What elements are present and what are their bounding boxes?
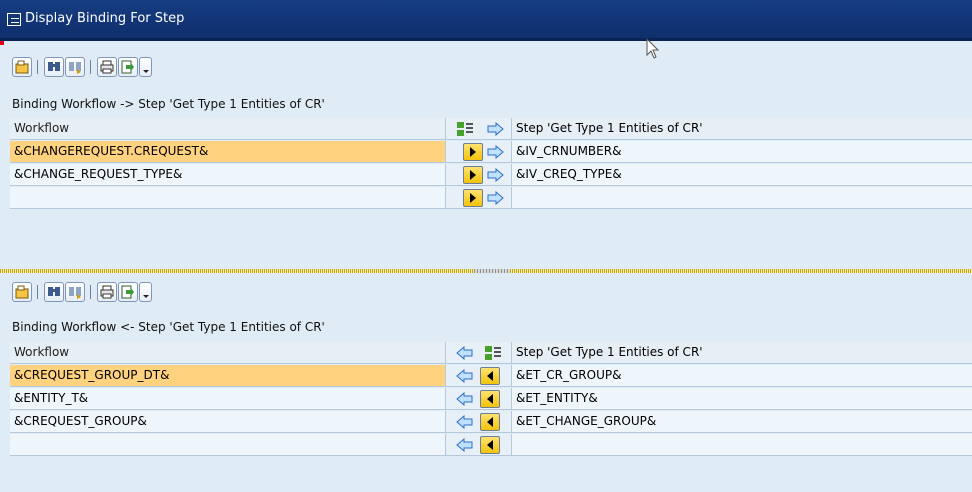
find-next-button[interactable] bbox=[65, 57, 85, 77]
find-button[interactable] bbox=[44, 282, 64, 302]
mouse-cursor-icon bbox=[646, 38, 660, 59]
arrow-left-icon bbox=[456, 369, 473, 383]
find-button[interactable] bbox=[44, 57, 64, 77]
toolbar-separator bbox=[90, 60, 91, 74]
table-row[interactable] bbox=[10, 434, 972, 457]
table-settings-icon[interactable] bbox=[457, 122, 473, 136]
find-icon bbox=[48, 287, 60, 296]
workflow-cell[interactable]: &CREQUEST_GROUP_DT& bbox=[10, 365, 446, 387]
step-cell[interactable]: &ET_ENTITY& bbox=[512, 388, 972, 410]
print-button[interactable] bbox=[97, 282, 117, 302]
table-row[interactable]: &ENTITY_T& &ET_ENTITY& bbox=[10, 388, 972, 411]
binding-controls bbox=[446, 187, 512, 209]
chevron-down-icon bbox=[143, 70, 149, 73]
table-settings-icon[interactable] bbox=[485, 346, 501, 360]
triangle-right-icon bbox=[470, 170, 476, 180]
bind-button[interactable] bbox=[480, 413, 500, 431]
find-icon bbox=[48, 62, 60, 71]
table-header-row: Workflow Step 'Get Type 1 Entities of CR… bbox=[10, 118, 972, 141]
pane-splitter[interactable] bbox=[0, 269, 972, 273]
triangle-right-icon bbox=[470, 147, 476, 157]
workflow-cell[interactable]: &CREQUEST_GROUP& bbox=[10, 411, 446, 433]
window-title: Display Binding For Step bbox=[25, 11, 185, 26]
select-layout-icon bbox=[15, 60, 29, 74]
step-cell[interactable]: &ET_CR_GROUP& bbox=[512, 365, 972, 387]
table-row[interactable] bbox=[10, 187, 972, 210]
column-header-step[interactable]: Step 'Get Type 1 Entities of CR' bbox=[512, 342, 972, 364]
binding-controls bbox=[446, 164, 512, 186]
export-dropdown-button[interactable] bbox=[139, 57, 152, 77]
export-icon bbox=[121, 285, 134, 299]
workflow-cell[interactable] bbox=[10, 434, 446, 456]
print-icon bbox=[100, 285, 114, 299]
select-layout-button[interactable] bbox=[12, 282, 32, 302]
export-dropdown-button[interactable] bbox=[139, 282, 152, 302]
find-next-icon bbox=[69, 62, 81, 74]
bind-button[interactable] bbox=[463, 166, 483, 184]
column-header-step[interactable]: Step 'Get Type 1 Entities of CR' bbox=[512, 118, 972, 140]
arrow-left-icon bbox=[456, 346, 473, 360]
step-cell[interactable] bbox=[512, 187, 972, 209]
find-next-button[interactable] bbox=[65, 282, 85, 302]
select-layout-icon bbox=[15, 285, 29, 299]
arrow-right-icon bbox=[487, 191, 504, 205]
step-cell[interactable] bbox=[512, 434, 972, 456]
status-marker bbox=[0, 41, 4, 45]
find-next-icon bbox=[69, 287, 81, 299]
export-button[interactable] bbox=[118, 282, 138, 302]
bind-button[interactable] bbox=[480, 367, 500, 385]
triangle-left-icon bbox=[487, 440, 493, 450]
triangle-left-icon bbox=[487, 417, 493, 427]
arrow-left-icon bbox=[456, 415, 473, 429]
arrow-right-icon bbox=[487, 122, 504, 136]
section-title: Binding Workflow -> Step 'Get Type 1 Ent… bbox=[12, 97, 325, 111]
export-icon bbox=[121, 60, 134, 74]
triangle-left-icon bbox=[487, 371, 493, 381]
splitter-handle[interactable] bbox=[474, 269, 510, 273]
binding-controls bbox=[446, 434, 512, 456]
arrow-right-icon bbox=[487, 145, 504, 159]
header-controls bbox=[446, 342, 512, 364]
column-header-workflow[interactable]: Workflow bbox=[10, 118, 446, 140]
export-button[interactable] bbox=[118, 57, 138, 77]
workflow-cell[interactable]: &CHANGE_REQUEST_TYPE& bbox=[10, 164, 446, 186]
print-button[interactable] bbox=[97, 57, 117, 77]
chevron-down-icon bbox=[143, 295, 149, 298]
triangle-left-icon bbox=[487, 394, 493, 404]
print-icon bbox=[100, 60, 114, 74]
table-row[interactable]: &CHANGE_REQUEST_TYPE& &IV_CREQ_TYPE& bbox=[10, 164, 972, 187]
section-title: Binding Workflow <- Step 'Get Type 1 Ent… bbox=[12, 320, 325, 334]
bind-button[interactable] bbox=[480, 390, 500, 408]
binding-controls bbox=[446, 411, 512, 433]
table-row[interactable]: &CREQUEST_GROUP_DT& &ET_CR_GROUP& bbox=[10, 365, 972, 388]
toolbar-separator bbox=[90, 285, 91, 299]
column-header-workflow[interactable]: Workflow bbox=[10, 342, 446, 364]
table-row[interactable]: &CHANGEREQUEST.CREQUEST& &IV_CRNUMBER& bbox=[10, 141, 972, 164]
header-controls bbox=[446, 118, 512, 140]
step-cell[interactable]: &ET_CHANGE_GROUP& bbox=[512, 411, 972, 433]
arrow-left-icon bbox=[456, 438, 473, 452]
triangle-right-icon bbox=[470, 193, 476, 203]
workflow-cell[interactable]: &CHANGEREQUEST.CREQUEST& bbox=[10, 141, 446, 163]
arrow-left-icon bbox=[456, 392, 473, 406]
step-cell[interactable]: &IV_CRNUMBER& bbox=[512, 141, 972, 163]
table-row[interactable]: &CREQUEST_GROUP& &ET_CHANGE_GROUP& bbox=[10, 411, 972, 434]
toolbar-separator bbox=[37, 60, 38, 74]
workflow-cell[interactable] bbox=[10, 187, 446, 209]
bind-button[interactable] bbox=[463, 143, 483, 161]
binding-controls bbox=[446, 365, 512, 387]
workflow-cell[interactable]: &ENTITY_T& bbox=[10, 388, 446, 410]
bind-button[interactable] bbox=[463, 189, 483, 207]
arrow-right-icon bbox=[487, 168, 504, 182]
bind-button[interactable] bbox=[480, 436, 500, 454]
display-icon bbox=[7, 13, 21, 26]
table-header-row: Workflow Step 'Get Type 1 Entities of CR… bbox=[10, 342, 972, 365]
window-titlebar: Display Binding For Step bbox=[0, 0, 972, 41]
binding-controls bbox=[446, 141, 512, 163]
binding-controls bbox=[446, 388, 512, 410]
step-cell[interactable]: &IV_CREQ_TYPE& bbox=[512, 164, 972, 186]
select-layout-button[interactable] bbox=[12, 57, 32, 77]
toolbar-separator bbox=[37, 285, 38, 299]
